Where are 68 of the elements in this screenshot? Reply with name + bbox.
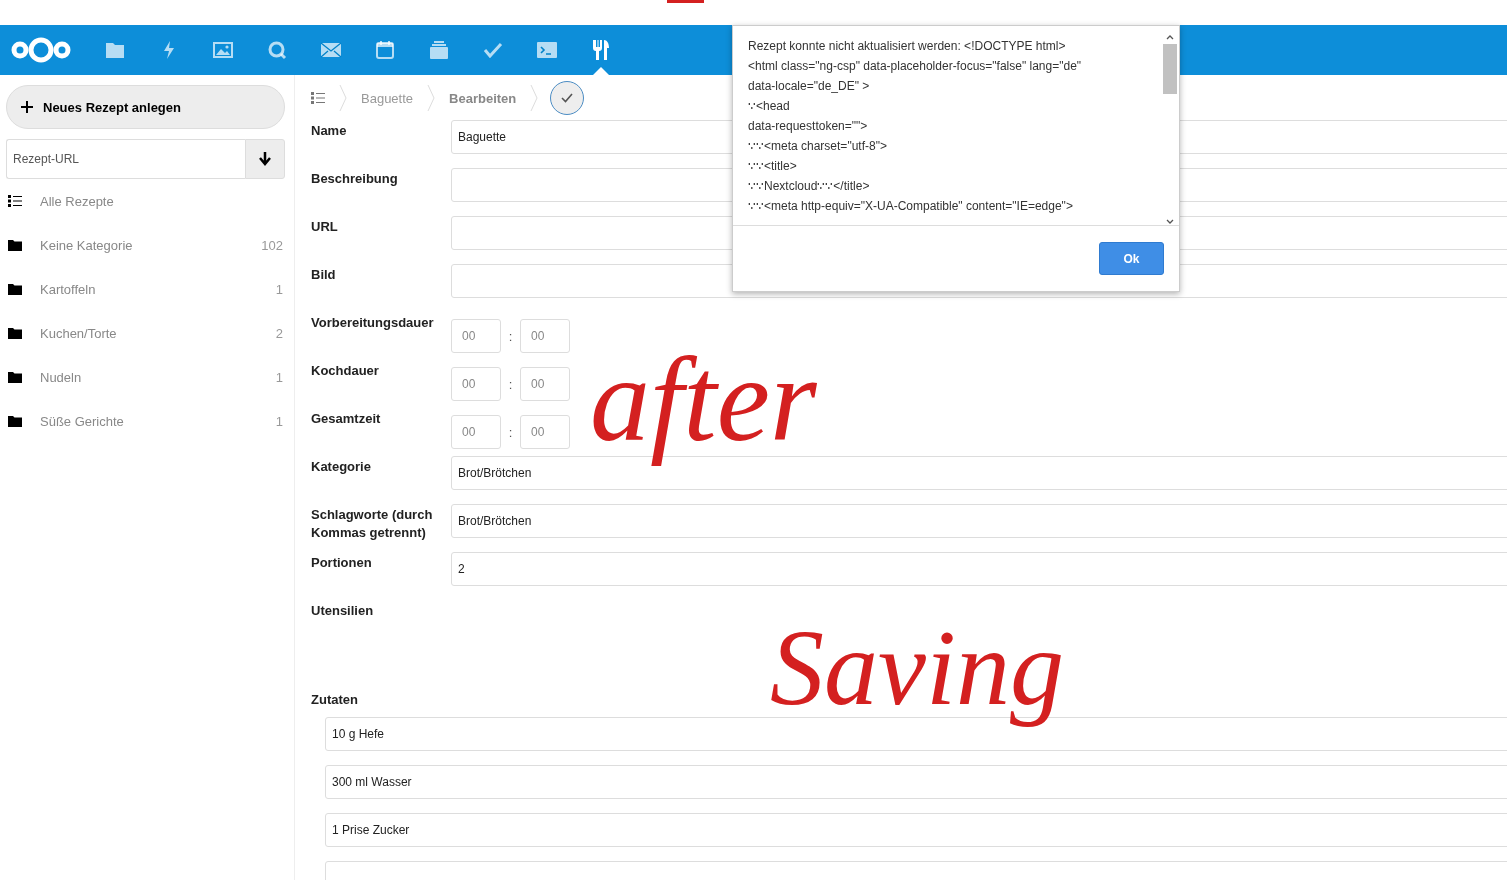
- category-label: Süße Gerichte: [40, 413, 125, 429]
- sidebar-item[interactable]: Alle Rezepte: [6, 179, 283, 223]
- recipe-count: 2: [275, 325, 283, 341]
- field-label: Portionen: [311, 554, 373, 572]
- recipe-count: 1: [275, 281, 283, 297]
- list-icon[interactable]: [311, 92, 325, 104]
- recipe-count: 1: [275, 369, 283, 385]
- text-field[interactable]: Brot/Brötchen: [451, 504, 1507, 538]
- field-label: Beschreibung: [311, 170, 399, 188]
- folder-icon: [8, 327, 22, 339]
- text-field[interactable]: 2: [451, 552, 1507, 586]
- field-label: Kochdauer: [311, 362, 380, 380]
- field-label: URL: [311, 218, 339, 236]
- time-separator: :: [507, 328, 514, 344]
- section-label: Zutaten: [311, 692, 359, 709]
- field-label: Bild: [311, 266, 337, 284]
- save-button[interactable]: [550, 81, 585, 115]
- time-field[interactable]: 00: [451, 415, 501, 449]
- sidebar-item[interactable]: Keine Kategorie 102: [6, 223, 283, 267]
- category-label: Keine Kategorie: [40, 237, 134, 253]
- breadcrumb-item[interactable]: Bearbeiten: [449, 90, 517, 106]
- new-recipe-button[interactable]: Neues Rezept anlegen: [6, 85, 285, 129]
- field-label: Kategorie: [311, 458, 372, 476]
- time-separator: :: [507, 376, 514, 392]
- arrow-down-icon: [259, 152, 271, 166]
- chevron-icon: [427, 84, 436, 112]
- time-field[interactable]: 00: [520, 415, 570, 449]
- ingredient-field[interactable]: 300 ml Wasser: [325, 765, 1507, 799]
- chevron-icon: [339, 84, 347, 112]
- field-label: Schlagworte (durch Kommas getrennt): [311, 506, 434, 542]
- folder-icon: [8, 283, 22, 295]
- pen-stroke: [667, 0, 704, 3]
- time-field[interactable]: 00: [451, 319, 501, 353]
- error-message: Rezept konnte nicht aktualisiert werden: <!DOCTYPE html> <html class="ng-csp" data-placeholder-focus="false" lang="de" data-locale="de_DE" > ∵<head data-requesttoken=""> ∵∵<meta charset="utf-8"> ∵∵<title> ∵∵Nextcloud∵∵</title> ∵∵<meta http-equiv="X-UA-Compatible" content="IE=edge">: [748, 38, 1083, 215]
- sidebar-item[interactable]: Kuchen/Torte 2: [6, 311, 283, 355]
- breadcrumb-item[interactable]: Baguette: [361, 90, 414, 106]
- category-label: Nudeln: [40, 369, 83, 385]
- sidebar-item[interactable]: Kartoffeln 1: [6, 267, 283, 311]
- list-icon: [8, 195, 22, 207]
- field-label: Utensilien: [311, 602, 375, 620]
- caret-up-icon[interactable]: [1166, 34, 1174, 40]
- recipe-count: 102: [261, 237, 283, 253]
- plus-icon: [21, 101, 33, 113]
- chevron-icon: [530, 84, 539, 112]
- time-field[interactable]: 00: [520, 319, 570, 353]
- field-label: Name: [311, 122, 348, 140]
- time-field[interactable]: 00: [451, 367, 501, 401]
- sidebar-item[interactable]: Süße Gerichte 1: [6, 399, 283, 443]
- folder-icon: [8, 415, 22, 427]
- ingredient-field[interactable]: 1 Prise Zucker: [325, 813, 1507, 847]
- recipe-count: 1: [275, 413, 283, 429]
- scrollbar-thumb[interactable]: [1163, 44, 1177, 94]
- time-separator: :: [507, 424, 514, 440]
- download-button[interactable]: [245, 139, 285, 179]
- folder-icon: [8, 371, 22, 383]
- category-label: Alle Rezepte: [40, 193, 115, 209]
- field-label: Vorbereitungsdauer: [311, 314, 435, 332]
- time-field[interactable]: 00: [520, 367, 570, 401]
- field-label: Gesamtzeit: [311, 410, 382, 428]
- category-label: Kartoffeln: [40, 281, 97, 297]
- check-icon: [561, 93, 574, 103]
- sidebar-item[interactable]: Nudeln 1: [6, 355, 283, 399]
- folder-icon: [8, 239, 22, 251]
- recipe-url-field[interactable]: Rezept-URL: [6, 139, 245, 179]
- logo-icon[interactable]: [10, 36, 72, 64]
- caret-down-icon[interactable]: [1166, 219, 1174, 225]
- ok-button[interactable]: Ok: [1099, 242, 1164, 275]
- category-label: Kuchen/Torte: [40, 325, 118, 341]
